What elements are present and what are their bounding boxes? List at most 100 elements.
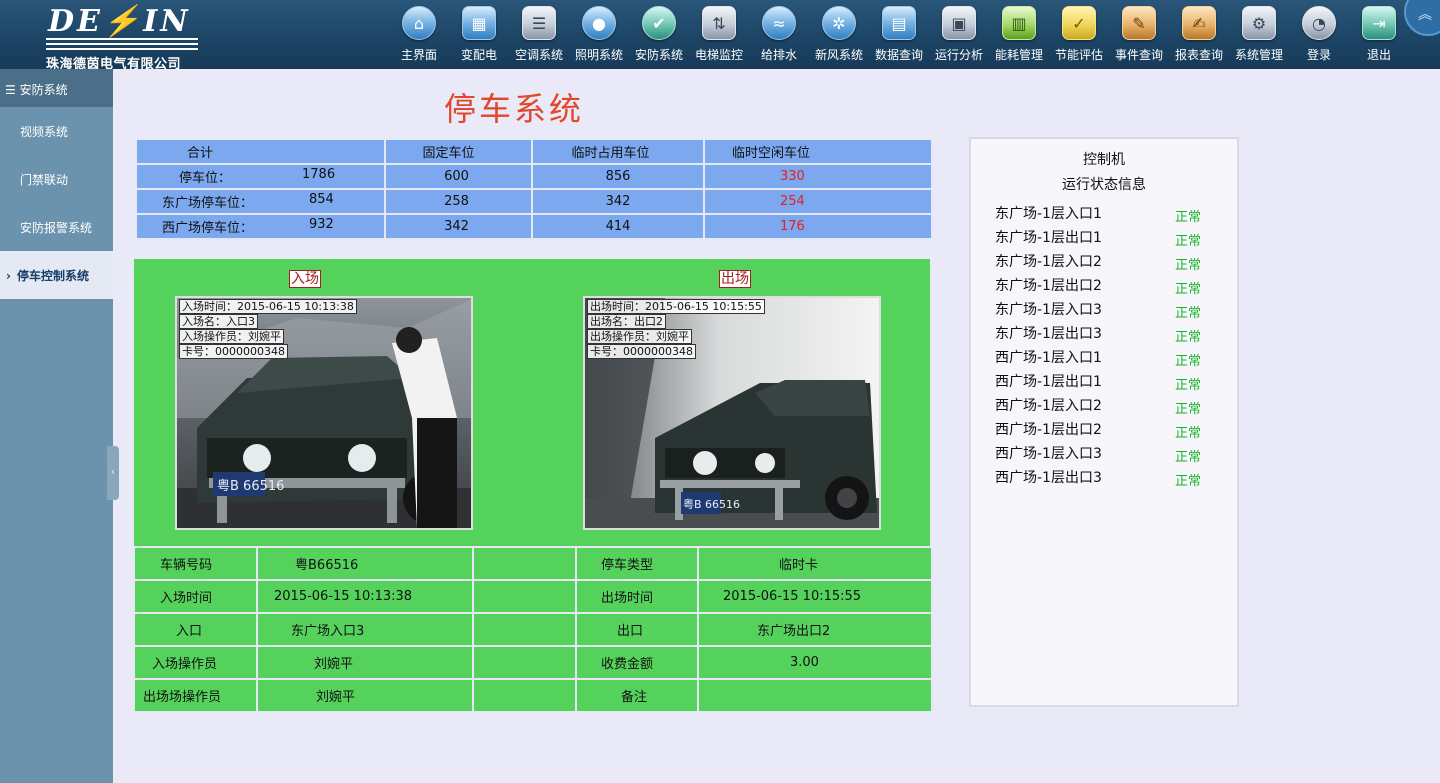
entry-camera-image[interactable]: 粤B 66516 入场时间：2015-06-15 10:13:38 入场名：入口…: [175, 296, 473, 530]
nav-home[interactable]: ⌂ 主界面: [389, 4, 449, 66]
nav-event-query[interactable]: ✎ 事件查询: [1109, 4, 1169, 66]
controller-name: 西广场-1层入口3: [995, 446, 1102, 462]
controller-name: 东广场-1层入口2: [995, 254, 1102, 270]
nav-label: 变配电: [460, 48, 497, 62]
controller-name: 东广场-1层出口3: [995, 326, 1102, 342]
nav-security[interactable]: ✔ 安防系统: [629, 4, 689, 66]
nav-exit[interactable]: ⇥ 退出: [1349, 4, 1409, 66]
in-operator-label: 入场操作员: [133, 645, 258, 680]
nav-elevator[interactable]: ⇅ 电梯监控: [689, 4, 749, 66]
water-icon: ≈: [762, 6, 796, 40]
sidebar-item-label: 安防报警系统: [20, 221, 93, 235]
sidebar-item-alarm[interactable]: 安防报警系统: [0, 203, 113, 251]
nav-fresh-air[interactable]: ✲ 新风系统: [809, 4, 869, 66]
controller-name: 西广场-1层出口2: [995, 422, 1102, 438]
row-temp-used: 342: [531, 188, 705, 215]
row-label: 东广场停车位：: [162, 196, 254, 211]
nav-energy[interactable]: ▥ 能耗管理: [989, 4, 1049, 66]
row-cell: 停车位： 1786: [135, 163, 386, 190]
controller-subtitle: 运行状态信息: [1062, 177, 1146, 193]
nav-analysis[interactable]: ▣ 运行分析: [929, 4, 989, 66]
plate-label: 车辆号码: [133, 546, 258, 581]
nav-system-management[interactable]: ⚙ 系统管理: [1229, 4, 1289, 66]
in-time-value: 2015-06-15 10:13:38: [256, 579, 474, 614]
row-fixed: 258: [384, 188, 533, 215]
controller-row: 西广场-1层入口1 正常: [995, 347, 1215, 371]
row-cell: 东广场停车位： 854: [135, 188, 386, 215]
exit-camera-image[interactable]: 粤B 66516 出场时间：2015-06-15 10:15:55 出场名：出口…: [583, 296, 881, 530]
nav-label: 主界面: [400, 48, 437, 62]
table-row: 停车位： 1786 600 856 330: [135, 163, 933, 190]
nav-air-conditioning[interactable]: ☰ 空调系统: [509, 4, 569, 66]
header-fixed: 固定车位: [384, 138, 533, 165]
controller-status: 正常: [1175, 258, 1202, 273]
nav-label: 新风系统: [814, 48, 863, 62]
controller-name: 东广场-1层入口1: [995, 206, 1102, 222]
nav-login[interactable]: ◔ 登录: [1289, 4, 1349, 66]
exit-label: 出场: [719, 270, 751, 288]
sidebar: ☰ 安防系统 视频系统 门禁联动 安防报警系统 › 停车控制系统: [0, 69, 113, 783]
empty-cell: [472, 645, 577, 680]
sidebar-toggle[interactable]: ‹: [107, 446, 119, 500]
nav-data-query[interactable]: ▤ 数据查询: [869, 4, 929, 66]
nav-report-query[interactable]: ✍ 报表查询: [1169, 4, 1229, 66]
chevron-up-icon: ︽: [1418, 7, 1432, 23]
sidebar-item-video[interactable]: 视频系统: [0, 107, 113, 155]
shield-icon: ✔: [642, 6, 676, 40]
controller-status: 正常: [1175, 426, 1202, 441]
row-temp-free: 254: [703, 188, 933, 215]
controller-status-panel: 控制机 运行状态信息 东广场-1层入口1 正常 东广场-1层出口1 正常 东广场-1…: [969, 137, 1239, 707]
exit-camera-info: 出场时间：2015-06-15 10:15:55 出场名：出口2 出场操作员：刘…: [587, 299, 765, 359]
row-total: 1786: [302, 167, 336, 182]
out-time-label: 出场时间: [575, 579, 699, 614]
row-temp-used: 856: [531, 163, 705, 190]
nav-lighting[interactable]: ● 照明系统: [569, 4, 629, 66]
nav-label: 系统管理: [1234, 48, 1283, 62]
row-label: 停车位：: [179, 171, 232, 186]
collapse-header-button[interactable]: ︽: [1404, 0, 1440, 36]
power-distribution-icon: ▦: [462, 6, 496, 40]
controller-name: 西广场-1层出口3: [995, 470, 1102, 486]
exit-info-time: 出场时间：2015-06-15 10:15:55: [587, 299, 765, 314]
nav-water[interactable]: ≈ 给排水: [749, 4, 809, 66]
plate-value: 粤B66516: [256, 546, 474, 581]
evaluation-icon: ✓: [1062, 6, 1096, 40]
table-row: 西广场停车位： 932 342 414 176: [135, 213, 933, 240]
row-total: 854: [309, 192, 334, 207]
table-row: 入场时间 2015-06-15 10:13:38 出场时间 2015-06-15…: [133, 579, 933, 614]
sidebar-item-label: 门禁联动: [20, 173, 69, 187]
gear-icon: ⚙: [1242, 6, 1276, 40]
nav-power-distribution[interactable]: ▦ 变配电: [449, 4, 509, 66]
nav-label: 照明系统: [574, 48, 623, 62]
fresh-air-icon: ✲: [822, 6, 856, 40]
controller-row: 西广场-1层出口3 正常: [995, 467, 1215, 491]
exit-gate-label: 出口: [575, 612, 699, 647]
empty-cell: [472, 579, 577, 614]
sidebar-item-access-control[interactable]: 门禁联动: [0, 155, 113, 203]
nav-evaluation[interactable]: ✓ 节能评估: [1049, 4, 1109, 66]
top-bar: DE⚡IN 珠海德茵电气有限公司 ⌂ 主界面 ▦ 变配电 ☰ 空调系统 ● 照明…: [0, 0, 1440, 72]
row-cell: 西广场停车位： 932: [135, 213, 386, 240]
remark-label: 备注: [575, 678, 699, 713]
empty-cell: [472, 546, 577, 581]
table-row: 入口 东广场入口3 出口 东广场出口2: [133, 612, 933, 647]
table-row: 车辆号码 粤B66516 停车类型 临时卡: [133, 546, 933, 581]
out-operator-label: 出场场操作员: [133, 678, 258, 713]
header-temp-free: 临时空闲车位: [703, 138, 933, 165]
energy-icon: ▥: [1002, 6, 1036, 40]
controller-status: 正常: [1175, 210, 1202, 225]
controller-name: 东广场-1层入口3: [995, 302, 1102, 318]
nav-label: 登录: [1306, 48, 1331, 62]
entry-camera-info: 入场时间：2015-06-15 10:13:38 入场名：入口3 入场操作员：刘…: [179, 299, 357, 359]
sidebar-item-parking[interactable]: › 停车控制系统: [0, 251, 113, 299]
type-label: 停车类型: [575, 546, 699, 581]
row-temp-free: 330: [703, 163, 933, 190]
fee-value: 3.00: [697, 645, 933, 680]
logo-mark: DE⚡IN: [48, 4, 191, 39]
chevron-right-icon: ›: [6, 269, 11, 283]
nav-label: 退出: [1366, 48, 1391, 62]
controller-row: 东广场-1层出口1 正常: [995, 227, 1215, 251]
controller-row: 东广场-1层入口1 正常: [995, 203, 1215, 227]
controller-name: 东广场-1层出口1: [995, 230, 1102, 246]
data-query-icon: ▤: [882, 6, 916, 40]
